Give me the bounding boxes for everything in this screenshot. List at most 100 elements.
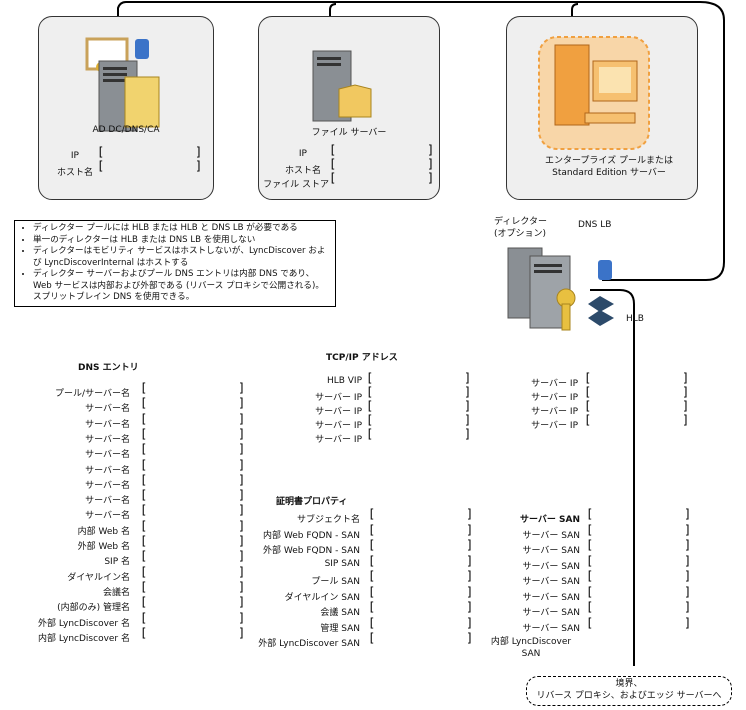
tcpip-row-field-close[interactable]: ]	[682, 413, 689, 427]
tcpip-row-field-close[interactable]: ]	[682, 399, 689, 413]
cert-row-field-close[interactable]: ]	[466, 585, 473, 599]
cert-row-field-close[interactable]: ]	[684, 585, 691, 599]
cert-row-field-open[interactable]: [	[586, 616, 593, 630]
dns-row-field-open[interactable]: [	[140, 534, 147, 548]
dns-row-field-open[interactable]: [	[140, 503, 147, 517]
cert-row: 外部 Web FQDN - SAN	[262, 546, 360, 556]
dns-row: ダイヤルイン名	[67, 572, 130, 583]
dns-row-field-open[interactable]: [	[140, 549, 147, 563]
dns-row: サーバー名	[85, 404, 130, 415]
dns-row-field-open[interactable]: [	[140, 580, 147, 594]
cert-row-field-open[interactable]: [	[586, 507, 593, 521]
tcpip-row-field-open[interactable]: [	[366, 427, 373, 441]
cert-row-field-open[interactable]: [	[368, 631, 375, 645]
cert-row-field-open[interactable]: [	[368, 538, 375, 552]
tcpip-row-field-close[interactable]: ]	[464, 399, 471, 413]
cert-row: サーバー SAN	[522, 546, 580, 556]
dns-row: サーバー名	[85, 480, 130, 491]
dns-row-field-close[interactable]: ]	[238, 473, 245, 487]
cert-row-field-close[interactable]: ]	[684, 507, 691, 521]
cert-row-field-close[interactable]: ]	[466, 600, 473, 614]
dns-row-field-close[interactable]: ]	[238, 412, 245, 426]
cert-row: 会議 SAN	[320, 608, 360, 618]
dns-row: サーバー名	[85, 496, 130, 507]
tcpip-row-field-open[interactable]: [	[584, 371, 591, 385]
tcpip-row-field-open[interactable]: [	[584, 385, 591, 399]
cert-row-field-close[interactable]: ]	[466, 616, 473, 630]
tcpip-row-field-open[interactable]: [	[366, 385, 373, 399]
tcpip-row: サーバー IP	[315, 435, 362, 445]
dns-row-field-close[interactable]: ]	[238, 427, 245, 441]
cert-row-field-close[interactable]: ]	[684, 538, 691, 552]
cert-row: サーバー SAN	[522, 623, 580, 634]
dns-row-field-open[interactable]: [	[140, 396, 147, 410]
tcpip-row: サーバー IP	[531, 393, 578, 403]
tcpip-row: サーバー IP	[315, 421, 362, 431]
cert-row-field-open[interactable]: [	[586, 523, 593, 537]
dns-row-field-open[interactable]: [	[140, 427, 147, 441]
dns-row: 外部 LyncDiscover 名	[37, 618, 130, 629]
cert-row-field-close[interactable]: ]	[684, 600, 691, 614]
cert-row-field-open[interactable]: [	[368, 569, 375, 583]
cert-row-field-open[interactable]: [	[368, 554, 375, 568]
cert-row: サーバー SAN	[519, 515, 580, 525]
tcpip-row-field-open[interactable]: [	[366, 399, 373, 413]
dns-row-field-close[interactable]: ]	[238, 396, 245, 410]
dns-row-field-open[interactable]: [	[140, 519, 147, 533]
cert-row-field-close[interactable]: ]	[466, 631, 473, 645]
tcpip-row-field-open[interactable]: [	[366, 371, 373, 385]
cert-row-field-close[interactable]: ]	[684, 523, 691, 537]
cert-row-field-close[interactable]: ]	[684, 616, 691, 630]
dns-row: サーバー名	[85, 450, 130, 461]
cert-row-field-close[interactable]: ]	[466, 538, 473, 552]
tcpip-row: サーバー IP	[531, 379, 578, 389]
tcpip-row-field-close[interactable]: ]	[682, 371, 689, 385]
dns-row-field-open[interactable]: [	[140, 412, 147, 426]
cert-row-field-close[interactable]: ]	[466, 554, 473, 568]
tcpip-row: HLB VIP	[326, 376, 362, 386]
cert-row: プール SAN	[311, 577, 360, 587]
cert-row-field-open[interactable]: [	[368, 585, 375, 599]
dns-row-field-open[interactable]: [	[140, 381, 147, 395]
cert-row-field-open[interactable]: [	[368, 600, 375, 614]
dns-row-field-open[interactable]: [	[140, 442, 147, 456]
dns-row-field-open[interactable]: [	[140, 565, 147, 579]
cert-row-field-open[interactable]: [	[586, 600, 593, 614]
cert-row-field-open[interactable]: [	[368, 616, 375, 630]
dns-row-field-close[interactable]: ]	[238, 442, 245, 456]
cert-row-field-open[interactable]: [	[368, 507, 375, 521]
dns-row-field-open[interactable]: [	[140, 595, 147, 609]
cert-row-field-close[interactable]: ]	[684, 569, 691, 583]
tcpip-row-field-close[interactable]: ]	[464, 413, 471, 427]
tcpip-row-field-open[interactable]: [	[584, 413, 591, 427]
tcpip-row-field-close[interactable]: ]	[464, 371, 471, 385]
cert-row-field-close[interactable]: ]	[466, 523, 473, 537]
cert-row-field-close[interactable]: ]	[684, 554, 691, 568]
cert-row-field-open[interactable]: [	[586, 569, 593, 583]
dns-row: サーバー名	[85, 419, 130, 430]
cert-row-field-open[interactable]: [	[586, 585, 593, 599]
cert-row-field-open[interactable]: [	[586, 554, 593, 568]
cert-row-field-open[interactable]: [	[586, 538, 593, 552]
dns-row: サーバー名	[85, 465, 130, 476]
cert-row: ダイヤルイン SAN	[284, 592, 360, 603]
tcpip-row-field-close[interactable]: ]	[682, 385, 689, 399]
cert-row: サーバー SAN	[522, 561, 580, 572]
dns-row-field-close[interactable]: ]	[238, 458, 245, 472]
cert-row-field-close[interactable]: ]	[466, 569, 473, 583]
dns-row-field-close[interactable]: ]	[238, 488, 245, 502]
dns-row-field-open[interactable]: [	[140, 611, 147, 625]
dns-row: 内部 Web 名	[77, 526, 130, 537]
dns-row-field-close[interactable]: ]	[238, 381, 245, 395]
dns-row-field-open[interactable]: [	[140, 488, 147, 502]
dns-row-field-open[interactable]: [	[140, 458, 147, 472]
cert-row-field-open[interactable]: [	[368, 523, 375, 537]
dns-row-field-open[interactable]: [	[140, 626, 147, 640]
dns-row-field-open[interactable]: [	[140, 473, 147, 487]
tcpip-row-field-open[interactable]: [	[366, 413, 373, 427]
tcpip-row-field-close[interactable]: ]	[464, 385, 471, 399]
cert-row-field-close[interactable]: ]	[466, 507, 473, 521]
tcpip-row-field-open[interactable]: [	[584, 399, 591, 413]
tcpip-row-field-close[interactable]: ]	[464, 427, 471, 441]
cert-row: サーバー SAN	[522, 608, 580, 618]
